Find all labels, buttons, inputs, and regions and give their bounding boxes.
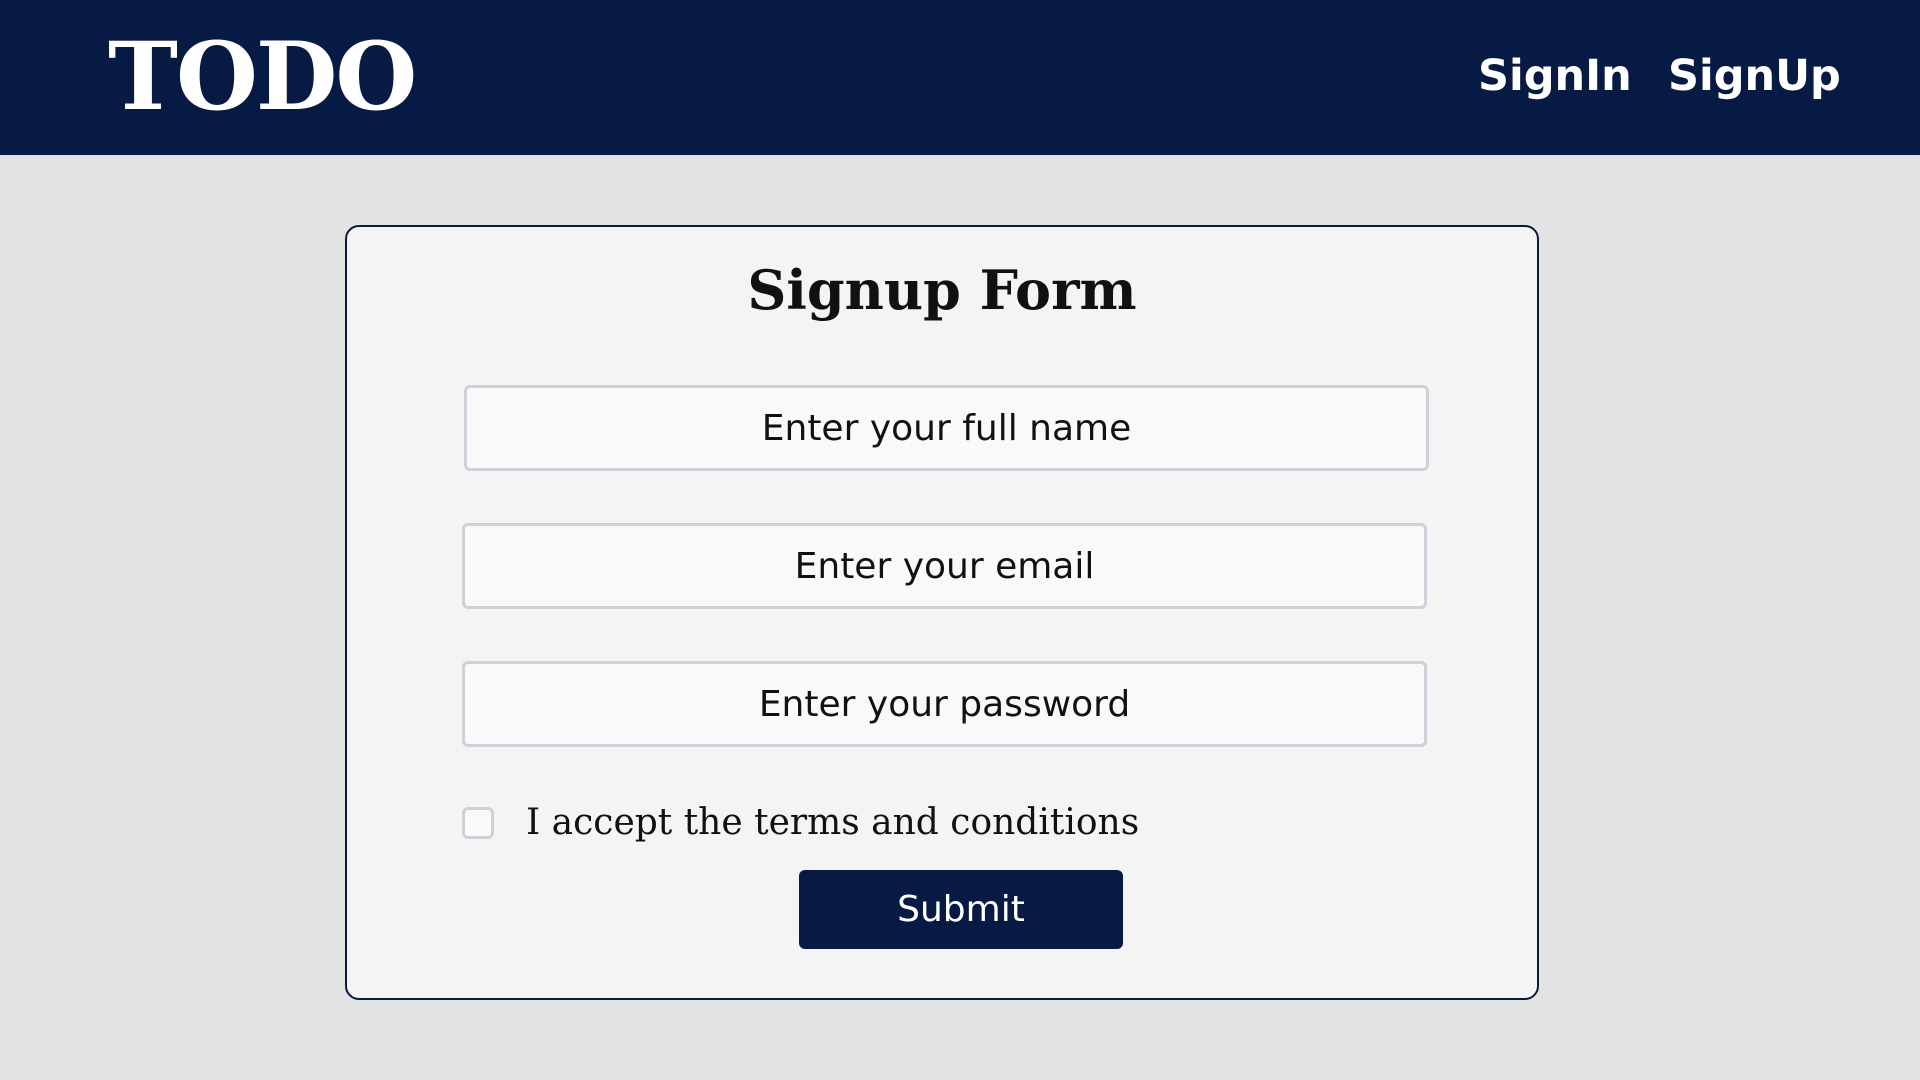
top-nav-bar: TODO SignIn SignUp bbox=[0, 0, 1920, 155]
terms-label: I accept the terms and conditions bbox=[526, 802, 1140, 843]
nav-signin-link[interactable]: SignIn bbox=[1478, 46, 1632, 106]
full-name-input[interactable] bbox=[464, 385, 1429, 471]
terms-row: I accept the terms and conditions bbox=[462, 797, 1139, 849]
app-logo[interactable]: TODO bbox=[108, 22, 417, 132]
submit-button[interactable]: Submit bbox=[799, 870, 1123, 949]
terms-checkbox[interactable] bbox=[462, 807, 494, 839]
form-title: Signup Form bbox=[747, 258, 1137, 322]
signup-form-card: Signup Form I accept the terms and condi… bbox=[345, 225, 1539, 1000]
nav-signup-link[interactable]: SignUp bbox=[1668, 46, 1841, 106]
email-input[interactable] bbox=[462, 523, 1427, 609]
password-input[interactable] bbox=[462, 661, 1427, 747]
